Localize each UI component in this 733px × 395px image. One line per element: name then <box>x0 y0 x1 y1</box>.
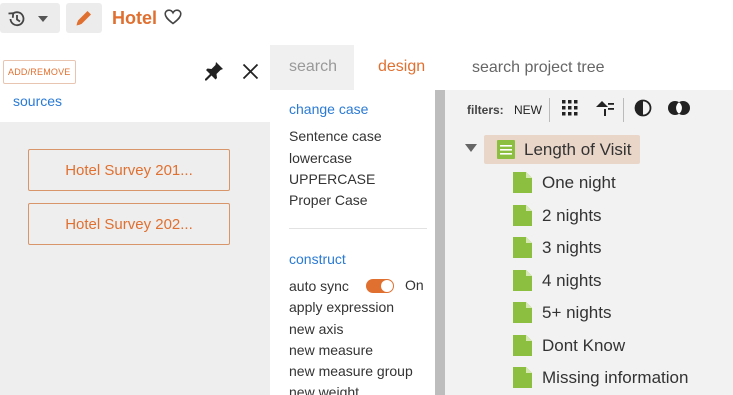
case-option-sentence[interactable]: Sentence case <box>289 128 382 144</box>
auto-sync-toggle[interactable] <box>366 279 394 293</box>
project-tree-search-input[interactable]: search project tree <box>445 45 733 90</box>
construct-option-new-measure-group[interactable]: new measure group <box>289 363 413 379</box>
contrast-icon[interactable] <box>632 99 654 117</box>
project-tree-panel: search project tree filters: NEW Length … <box>445 45 733 395</box>
document-lines-icon <box>497 140 515 159</box>
caret-down-icon[interactable] <box>465 144 477 152</box>
tree-item[interactable]: Dont Know <box>542 336 625 356</box>
document-icon <box>513 205 532 226</box>
document-icon <box>513 237 532 258</box>
sources-panel: ADD/REMOVE sources Hotel Survey 201... H… <box>0 45 270 395</box>
document-icon <box>513 302 532 323</box>
document-icon <box>513 172 532 193</box>
design-panel: search design change case Sentence case … <box>270 45 445 395</box>
toggle-knob <box>381 280 393 292</box>
pin-icon[interactable] <box>203 60 225 82</box>
construct-title[interactable]: construct <box>289 251 346 267</box>
document-icon <box>513 367 532 388</box>
construct-option-new-weight[interactable]: new weight <box>289 384 359 395</box>
document-icon <box>513 270 532 291</box>
case-option-proper[interactable]: Proper Case <box>289 192 368 208</box>
add-remove-button[interactable]: ADD/REMOVE <box>3 60 76 84</box>
scrollbar[interactable] <box>435 90 445 395</box>
chevron-down-icon <box>38 16 48 22</box>
history-icon <box>8 11 25 27</box>
case-option-lowercase[interactable]: lowercase <box>289 150 352 166</box>
tree-root-label[interactable]: Length of Visit <box>524 140 631 160</box>
venn-icon[interactable] <box>667 99 691 117</box>
auto-sync-state: On <box>405 277 424 293</box>
filter-separator <box>623 98 624 122</box>
construct-option-new-axis[interactable]: new axis <box>289 321 343 337</box>
document-icon <box>513 335 532 356</box>
tree-item[interactable]: 5+ nights <box>542 303 611 323</box>
top-toolbar: Hotel <box>0 0 733 38</box>
pencil-icon <box>76 11 91 26</box>
sources-link[interactable]: sources <box>13 93 62 109</box>
source-button[interactable]: Hotel Survey 202... <box>28 203 230 245</box>
source-button[interactable]: Hotel Survey 201... <box>28 149 230 191</box>
construct-option-new-measure[interactable]: new measure <box>289 342 373 358</box>
case-option-uppercase[interactable]: UPPERCASE <box>289 171 375 187</box>
tree-item[interactable]: One night <box>542 173 616 193</box>
tree-item[interactable]: 2 nights <box>542 206 602 226</box>
tree-item[interactable]: 3 nights <box>542 238 602 258</box>
tree-item[interactable]: 4 nights <box>542 271 602 291</box>
edit-button[interactable] <box>66 3 102 33</box>
tab-design[interactable]: design <box>354 45 445 90</box>
sort-icon[interactable] <box>595 99 615 117</box>
construct-option-apply-expression[interactable]: apply expression <box>289 299 394 315</box>
filter-separator <box>549 98 550 122</box>
close-icon[interactable] <box>242 63 259 80</box>
grid-icon[interactable] <box>561 99 579 117</box>
project-title: Hotel <box>112 8 157 28</box>
history-dropdown-button[interactable] <box>0 3 60 33</box>
auto-sync-label: auto sync <box>289 278 349 294</box>
heart-icon[interactable] <box>164 9 182 25</box>
sources-panel-header: ADD/REMOVE sources <box>0 45 270 122</box>
change-case-title[interactable]: change case <box>289 101 368 117</box>
filters-label: filters: <box>467 103 504 117</box>
tree-item[interactable]: Missing information <box>542 368 688 388</box>
section-divider <box>289 228 427 229</box>
filter-new-button[interactable]: NEW <box>514 103 542 117</box>
tab-search[interactable]: search <box>270 45 354 90</box>
